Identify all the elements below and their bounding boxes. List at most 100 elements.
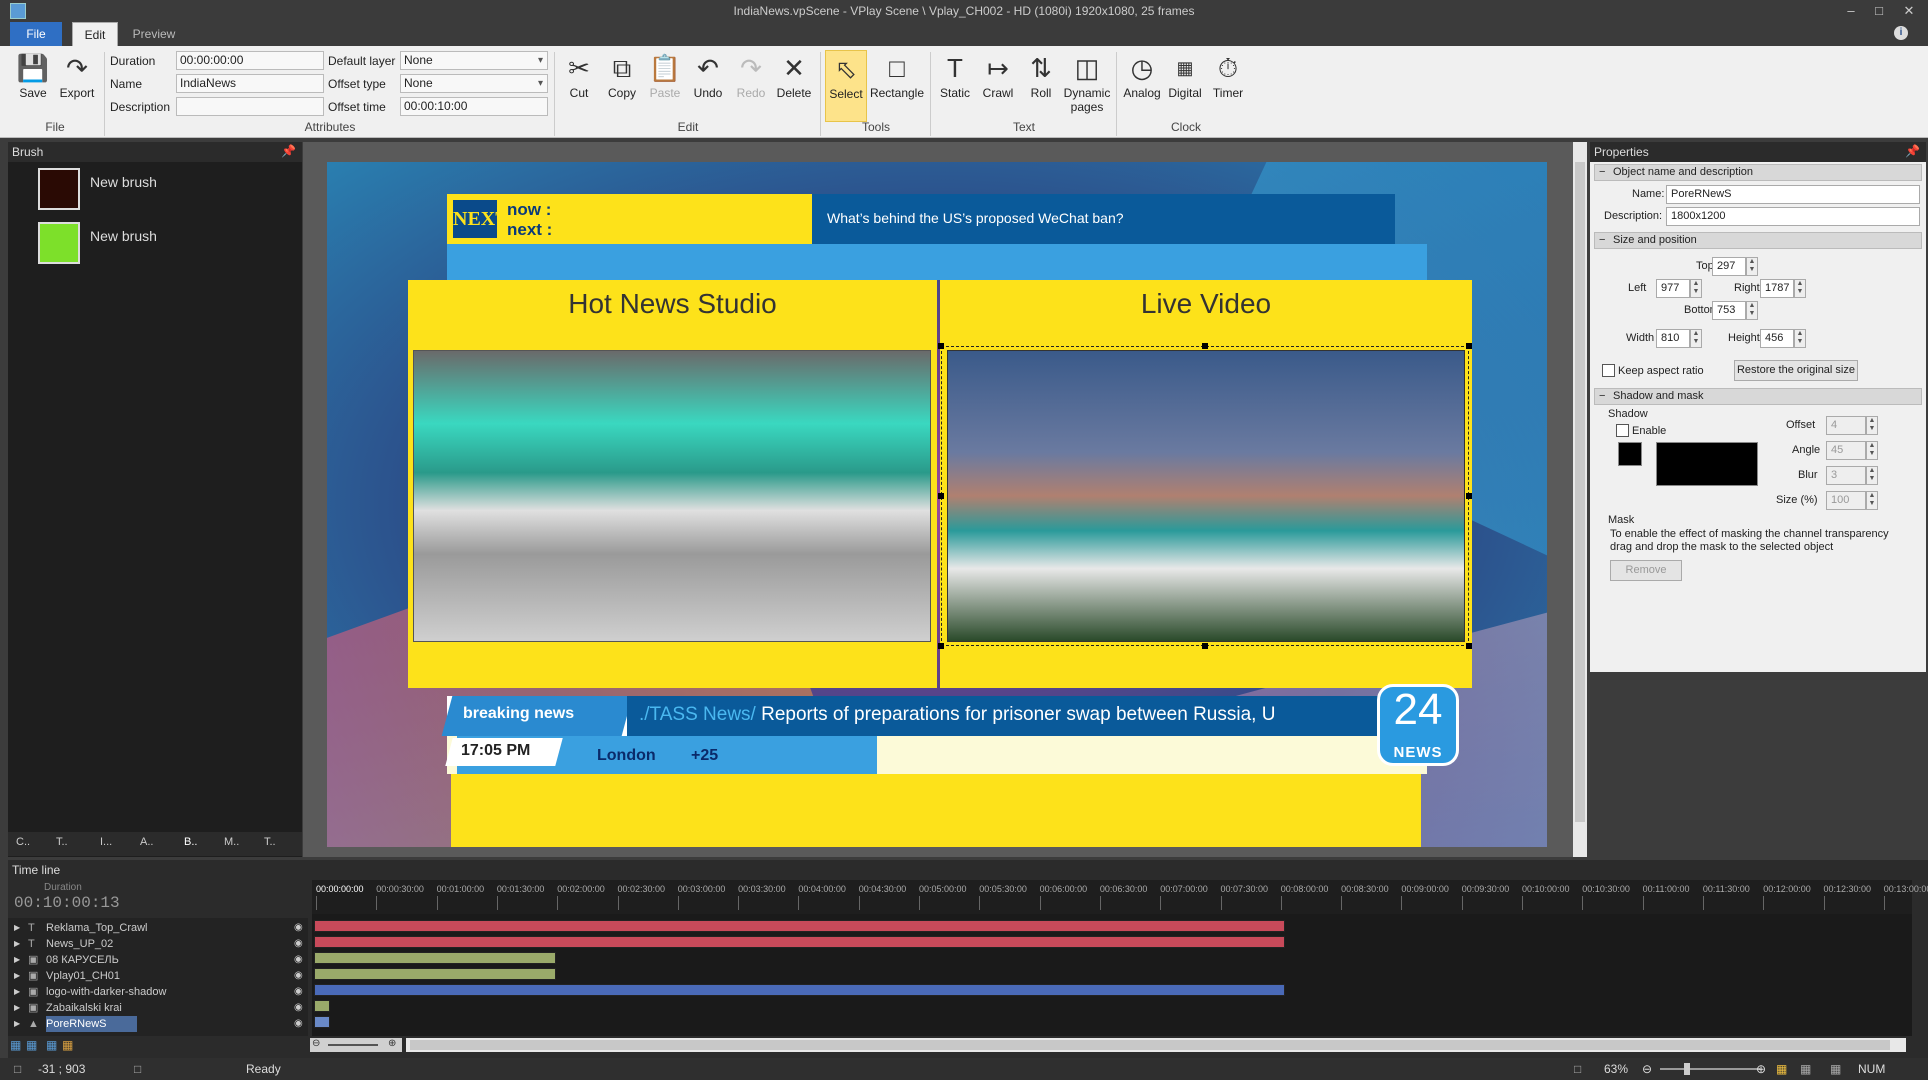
resize-handle[interactable]	[1466, 643, 1472, 649]
left-spinner[interactable]: ▲ ▼	[1690, 279, 1702, 298]
tab-masks[interactable]: M..	[224, 836, 239, 848]
tab-templates[interactable]: T..	[264, 836, 276, 848]
section-name-description[interactable]: Object name and description	[1594, 164, 1922, 181]
visibility-eye-icon[interactable]: ◉	[294, 968, 303, 984]
tab-images[interactable]: I...	[100, 836, 112, 848]
offset-spinner[interactable]: ▲ ▼	[1866, 416, 1878, 435]
description-field[interactable]	[176, 97, 324, 116]
brush-item[interactable]: New brush	[38, 222, 318, 272]
size-field[interactable]: 100	[1826, 491, 1866, 510]
name-field[interactable]: IndiaNews	[176, 74, 324, 93]
select-tool-button[interactable]: ⬁ Select	[825, 50, 867, 122]
keep-aspect-checkbox[interactable]	[1602, 364, 1615, 377]
resize-handle[interactable]	[1202, 343, 1208, 349]
expand-arrow-icon[interactable]: ▶	[14, 936, 20, 952]
track-row[interactable]: ▶ ▣ Zabaikalski krai ◉	[8, 1000, 308, 1016]
expand-arrow-icon[interactable]: ▶	[14, 952, 20, 968]
timeline-clip[interactable]	[314, 952, 556, 964]
close-button[interactable]: ✕	[1896, 0, 1922, 22]
pin-icon[interactable]: 📌	[1905, 144, 1920, 158]
track-row[interactable]: ▶ ▣ 08 КАРУСЕЛЬ ◉	[8, 952, 308, 968]
bottom-spinner[interactable]: ▲ ▼	[1746, 301, 1758, 320]
visibility-eye-icon[interactable]: ◉	[294, 1016, 303, 1032]
paste-button[interactable]: 📋 Paste	[644, 50, 686, 122]
delete-button[interactable]: ✕ Delete	[773, 50, 815, 122]
visibility-eye-icon[interactable]: ◉	[294, 1000, 303, 1016]
visibility-eye-icon[interactable]: ◉	[294, 952, 303, 968]
timeline-clip[interactable]	[314, 984, 1286, 996]
timeline-ruler[interactable]: 00:00:00:00 00:00:30:00 00:01:00:00 00:01:3…	[312, 880, 1928, 914]
shadow-color-swatch[interactable]	[1618, 442, 1642, 466]
section-shadow-mask[interactable]: Shadow and mask	[1594, 388, 1922, 405]
expand-arrow-icon[interactable]: ▶	[14, 968, 20, 984]
visibility-eye-icon[interactable]: ◉	[294, 936, 303, 952]
tab-animations[interactable]: A..	[140, 836, 153, 848]
offset-type-select[interactable]: None	[400, 74, 548, 93]
tab-clocks[interactable]: C..	[16, 836, 30, 848]
width-field[interactable]: 810	[1656, 329, 1690, 348]
timeline-horizontal-scrollbar[interactable]	[406, 1038, 1906, 1052]
add-layer-icon[interactable]: ▦	[10, 1038, 21, 1052]
static-text-button[interactable]: T Static	[934, 50, 976, 122]
resize-handle[interactable]	[938, 643, 944, 649]
layer-icon[interactable]: ▦	[46, 1038, 57, 1052]
minimize-button[interactable]: –	[1838, 0, 1864, 22]
zoom-in-icon[interactable]: ⊕	[388, 1038, 396, 1049]
cut-button[interactable]: ✂ Cut	[558, 50, 600, 122]
timer-button[interactable]: ⏱ Timer	[1207, 50, 1249, 122]
timeline-clip[interactable]	[314, 936, 1286, 948]
export-button[interactable]: ↷ Export	[56, 50, 98, 122]
track-row[interactable]: ▶ T Reklama_Top_Crawl ◉	[8, 920, 308, 936]
resize-handle[interactable]	[1466, 343, 1472, 349]
expand-arrow-icon[interactable]: ▶	[14, 1016, 20, 1032]
zoom-slider[interactable]	[1660, 1063, 1760, 1075]
expand-arrow-icon[interactable]: ▶	[14, 984, 20, 1000]
timeline-clip[interactable]	[314, 968, 556, 980]
safe-area-icon[interactable]: ▦	[1800, 1058, 1811, 1080]
right-spinner[interactable]: ▲ ▼	[1794, 279, 1806, 298]
fit-icon[interactable]: □	[1574, 1058, 1581, 1080]
visibility-eye-icon[interactable]: ◉	[294, 984, 303, 1000]
right-field[interactable]: 1787	[1760, 279, 1794, 298]
maximize-button[interactable]: □	[1866, 0, 1892, 22]
pin-icon[interactable]: 📌	[281, 144, 296, 158]
layer-folder-icon[interactable]: ▦	[62, 1038, 73, 1052]
top-field[interactable]: 297	[1712, 257, 1746, 276]
selection-box[interactable]	[941, 346, 1469, 646]
zoom-out-icon[interactable]: ⊖	[312, 1038, 320, 1049]
angle-spinner[interactable]: ▲ ▼	[1866, 441, 1878, 460]
digital-clock-button[interactable]: ▦ Digital	[1164, 50, 1206, 122]
tab-brushes[interactable]: B..	[184, 836, 197, 848]
resize-handle[interactable]	[1202, 643, 1208, 649]
width-spinner[interactable]: ▲ ▼	[1690, 329, 1702, 348]
crawl-text-button[interactable]: ↦ Crawl	[977, 50, 1019, 122]
timeline-zoom-slider[interactable]: ⊖ ⊕	[310, 1038, 402, 1052]
expand-arrow-icon[interactable]: ▶	[14, 1000, 20, 1016]
track-row[interactable]: ▶ T News_UP_02 ◉	[8, 936, 308, 952]
help-icon[interactable]: i	[1894, 26, 1908, 40]
zoom-out-icon[interactable]: ⊖	[1642, 1058, 1652, 1080]
resize-handle[interactable]	[938, 493, 944, 499]
timeline-lanes[interactable]	[312, 914, 1912, 1036]
zoom-slider-thumb[interactable]	[1684, 1063, 1690, 1075]
track-row[interactable]: ▶ ▣ Vplay01_CH01 ◉	[8, 968, 308, 984]
offset-time-field[interactable]: 00:00:10:00	[400, 97, 548, 116]
copy-button[interactable]: ⧉ Copy	[601, 50, 643, 122]
restore-size-button[interactable]: Restore the original size	[1734, 360, 1858, 381]
height-spinner[interactable]: ▲ ▼	[1794, 329, 1806, 348]
tab-preview[interactable]: Preview	[124, 22, 184, 46]
shadow-enable-checkbox[interactable]	[1616, 424, 1629, 437]
blur-spinner[interactable]: ▲ ▼	[1866, 466, 1878, 485]
size-spinner[interactable]: ▲ ▼	[1866, 491, 1878, 510]
track-row[interactable]: ▶ ▣ logo-with-darker-shadow ◉	[8, 984, 308, 1000]
brush-item[interactable]: New brush	[38, 168, 318, 218]
left-field[interactable]: 977	[1656, 279, 1690, 298]
height-field[interactable]: 456	[1760, 329, 1794, 348]
undo-button[interactable]: ↶ Undo	[687, 50, 729, 122]
scene-preview[interactable]: NEXT now : next : What’s behind the US’s…	[327, 162, 1547, 847]
visibility-eye-icon[interactable]: ◉	[294, 920, 303, 936]
track-row-selected[interactable]: ▶ ▲ PoreRNewS ◉	[8, 1016, 308, 1032]
save-button[interactable]: 💾 Save	[12, 50, 54, 122]
object-name-field[interactable]: PoreRNewS	[1666, 185, 1920, 204]
resize-handle[interactable]	[938, 343, 944, 349]
